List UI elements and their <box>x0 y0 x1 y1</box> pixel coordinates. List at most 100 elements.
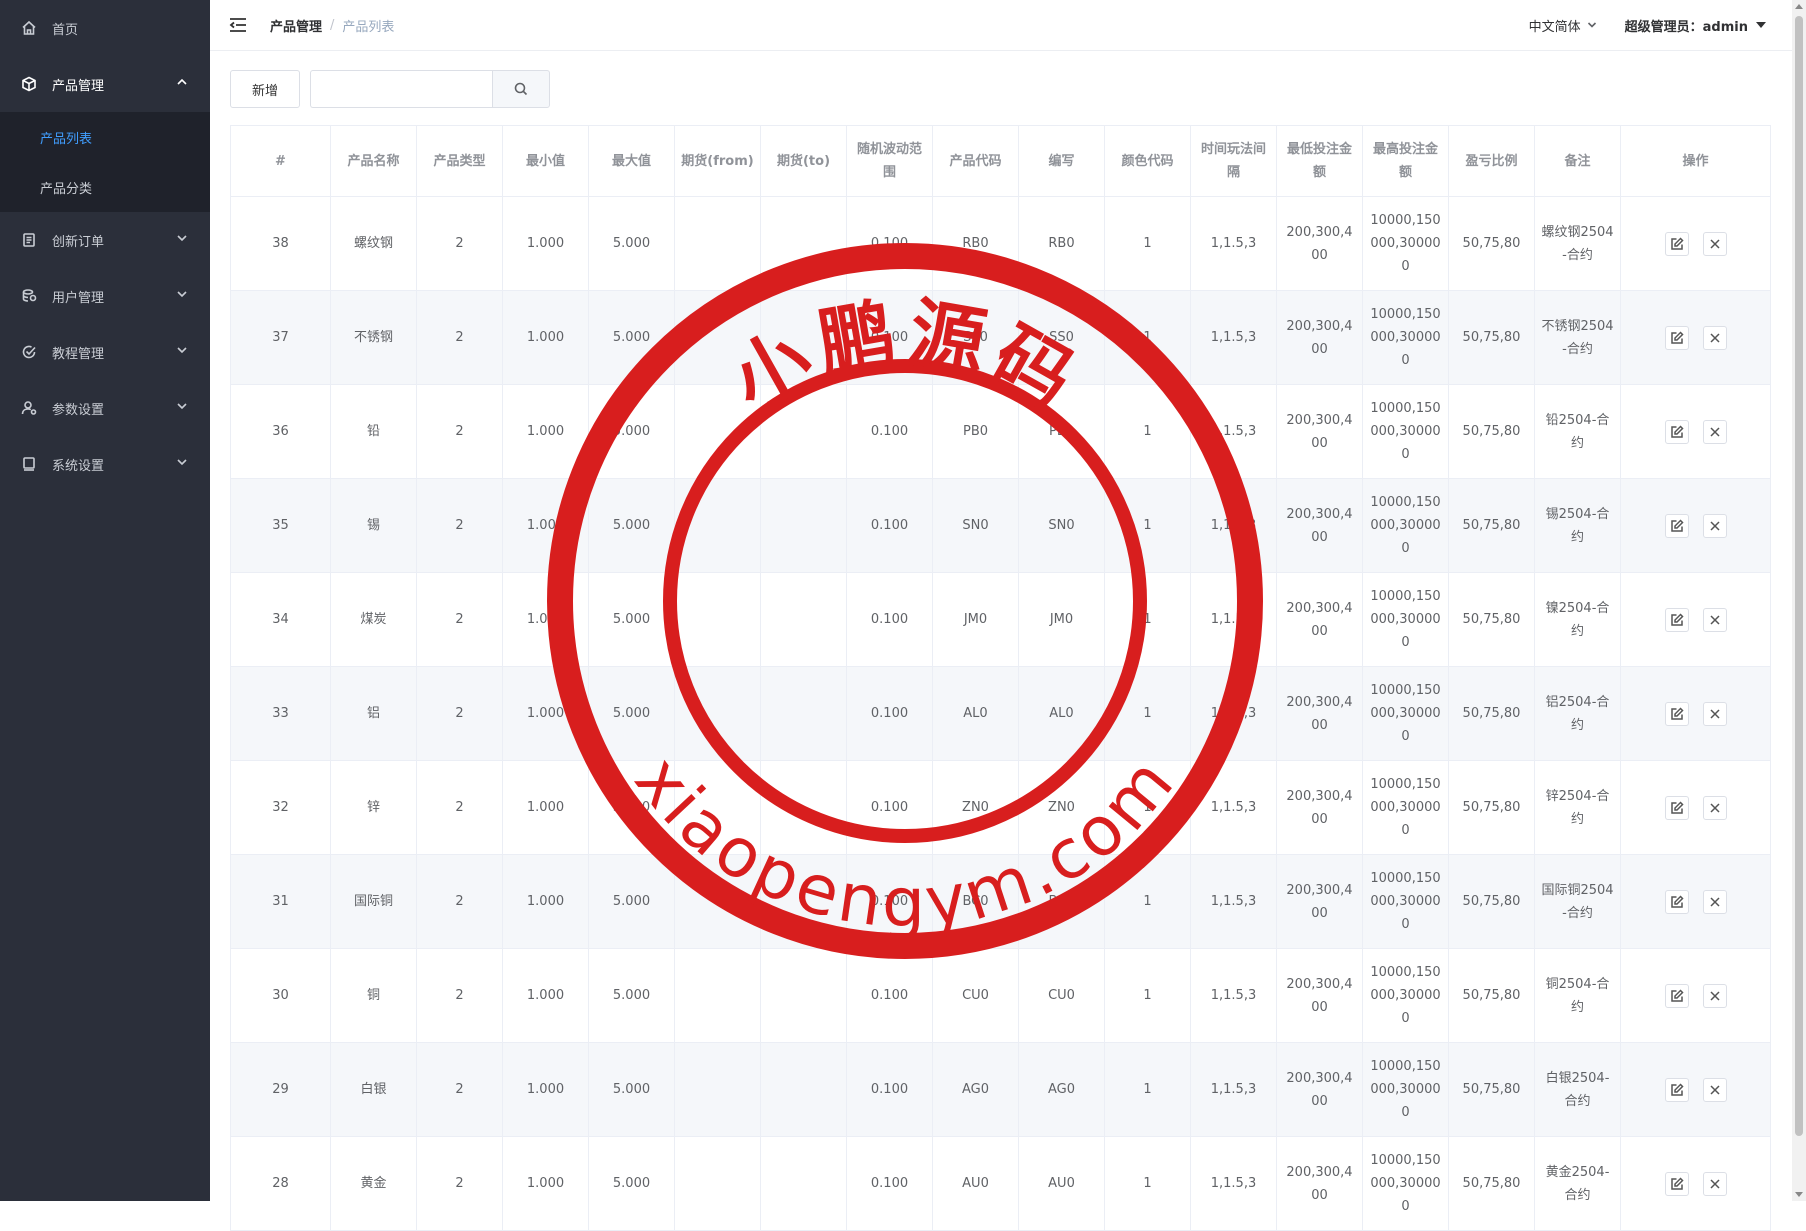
table-cell: 铜2504-合约 <box>1534 948 1621 1043</box>
delete-button[interactable] <box>1702 795 1727 820</box>
column-header: 颜色代码 <box>1104 125 1191 197</box>
delete-button[interactable] <box>1702 325 1727 350</box>
table-cell-actions <box>1620 854 1771 949</box>
table-cell: 2 <box>416 1042 503 1137</box>
edit-button[interactable] <box>1664 889 1689 914</box>
table-cell: 1.000 <box>502 478 589 573</box>
scroll-down-arrow[interactable] <box>1795 1192 1803 1197</box>
search-group <box>310 70 550 108</box>
table-cell: 0.100 <box>846 290 933 385</box>
table-cell <box>760 290 847 385</box>
table-cell: 10000,150000,300000 <box>1362 196 1449 291</box>
table-cell-actions <box>1620 384 1771 479</box>
vertical-scrollbar[interactable] <box>1792 0 1806 1201</box>
breadcrumb-item-product-manage[interactable]: 产品管理 <box>270 16 322 35</box>
language-selector[interactable]: 中文简体 <box>1529 16 1597 35</box>
table-cell: 1,1.5,3 <box>1190 666 1277 761</box>
table-cell: 铝 <box>330 666 417 761</box>
table-cell: 35 <box>230 478 331 573</box>
table-cell: 2 <box>416 760 503 855</box>
table-cell: AL0 <box>932 666 1019 761</box>
table-cell: 1 <box>1104 478 1191 573</box>
table-cell <box>674 572 761 667</box>
table-cell: 锌2504-合约 <box>1534 760 1621 855</box>
edit-button[interactable] <box>1664 513 1689 538</box>
sidebar-item-home[interactable]: 首页 <box>0 0 210 56</box>
edit-button[interactable] <box>1664 325 1689 350</box>
table-cell: 200,300,400 <box>1276 666 1363 761</box>
row-actions <box>1627 795 1764 820</box>
table-cell: 10000,150000,300000 <box>1362 478 1449 573</box>
edit-button[interactable] <box>1664 419 1689 444</box>
user-dropdown[interactable]: 超级管理员：admin <box>1625 16 1766 35</box>
table-cell: 2 <box>416 572 503 667</box>
table-cell: JM0 <box>932 572 1019 667</box>
close-icon <box>1708 331 1722 345</box>
table-cell: 5.000 <box>588 478 675 573</box>
close-icon <box>1708 519 1722 533</box>
menu-toggle-icon[interactable] <box>228 15 248 35</box>
row-actions <box>1627 1171 1764 1196</box>
sidebar-item-system[interactable]: 系统设置 <box>0 436 210 492</box>
sidebar-item-label: 首页 <box>52 22 79 38</box>
table-cell <box>674 666 761 761</box>
edit-icon <box>1670 518 1684 533</box>
edit-button[interactable] <box>1664 1077 1689 1102</box>
sidebar-item-product-manage[interactable]: 产品管理 <box>0 56 210 112</box>
scroll-up-arrow[interactable] <box>1795 4 1803 9</box>
table-cell: 黄金2504-合约 <box>1534 1136 1621 1231</box>
sidebar-item-orders[interactable]: 创新订单 <box>0 212 210 268</box>
delete-button[interactable] <box>1702 231 1727 256</box>
edit-button[interactable] <box>1664 701 1689 726</box>
delete-button[interactable] <box>1702 983 1727 1008</box>
table-cell: 0.100 <box>846 948 933 1043</box>
delete-button[interactable] <box>1702 419 1727 444</box>
delete-button[interactable] <box>1702 1171 1727 1196</box>
sidebar-item-product-list[interactable]: 产品列表 <box>0 112 210 162</box>
scrollbar-thumb[interactable] <box>1795 16 1803 1136</box>
table-cell: 37 <box>230 290 331 385</box>
table-cell: 2 <box>416 478 503 573</box>
breadcrumb-separator: / <box>330 17 335 33</box>
edit-button[interactable] <box>1664 795 1689 820</box>
delete-button[interactable] <box>1702 513 1727 538</box>
table-cell: 31 <box>230 854 331 949</box>
edit-icon <box>1670 236 1684 251</box>
table-cell: 1,1.5,3 <box>1190 1136 1277 1231</box>
table-cell: 1 <box>1104 384 1191 479</box>
delete-button[interactable] <box>1702 607 1727 632</box>
table-row: 35 锡 2 1.000 5.000 0.100 SN0 SN0 1 1,1.5,3 200,300… <box>230 478 1771 573</box>
table-cell: 50,75,80 <box>1448 854 1535 949</box>
close-icon <box>1708 425 1722 439</box>
table-cell: 1 <box>1104 1136 1191 1231</box>
sidebar-item-product-category[interactable]: 产品分类 <box>0 162 210 212</box>
table-cell: 不锈钢 <box>330 290 417 385</box>
search-input[interactable] <box>310 70 492 108</box>
table-cell <box>674 760 761 855</box>
delete-button[interactable] <box>1702 701 1727 726</box>
table-cell: 38 <box>230 196 331 291</box>
table-cell: RB0 <box>1018 196 1105 291</box>
table-cell: 5.000 <box>588 948 675 1043</box>
delete-button[interactable] <box>1702 1077 1727 1102</box>
table-cell: 0.100 <box>846 1136 933 1231</box>
column-header: 最高投注金额 <box>1362 125 1449 197</box>
add-button[interactable]: 新增 <box>230 70 300 108</box>
search-button[interactable] <box>492 70 550 108</box>
table-cell: 200,300,400 <box>1276 854 1363 949</box>
sidebar-item-params[interactable]: 参数设置 <box>0 380 210 436</box>
table-cell: 200,300,400 <box>1276 948 1363 1043</box>
delete-button[interactable] <box>1702 889 1727 914</box>
edit-button[interactable] <box>1664 1171 1689 1196</box>
edit-button[interactable] <box>1664 983 1689 1008</box>
table-cell: 1.000 <box>502 196 589 291</box>
table-cell: 2 <box>416 854 503 949</box>
table-body: 38 螺纹钢 2 1.000 5.000 0.100 RB0 RB0 1 1,1.5,3 200,3… <box>230 196 1771 1231</box>
edit-button[interactable] <box>1664 607 1689 632</box>
sidebar-item-tutorial[interactable]: 教程管理 <box>0 324 210 380</box>
table-cell: 50,75,80 <box>1448 666 1535 761</box>
edit-button[interactable] <box>1664 231 1689 256</box>
table-cell: 0.100 <box>846 1042 933 1137</box>
sidebar-item-user-manage[interactable]: 用户管理 <box>0 268 210 324</box>
table-row: 36 铅 2 1.000 5.000 0.100 PB0 PB0 1 1,1.5,3 200,300… <box>230 384 1771 479</box>
